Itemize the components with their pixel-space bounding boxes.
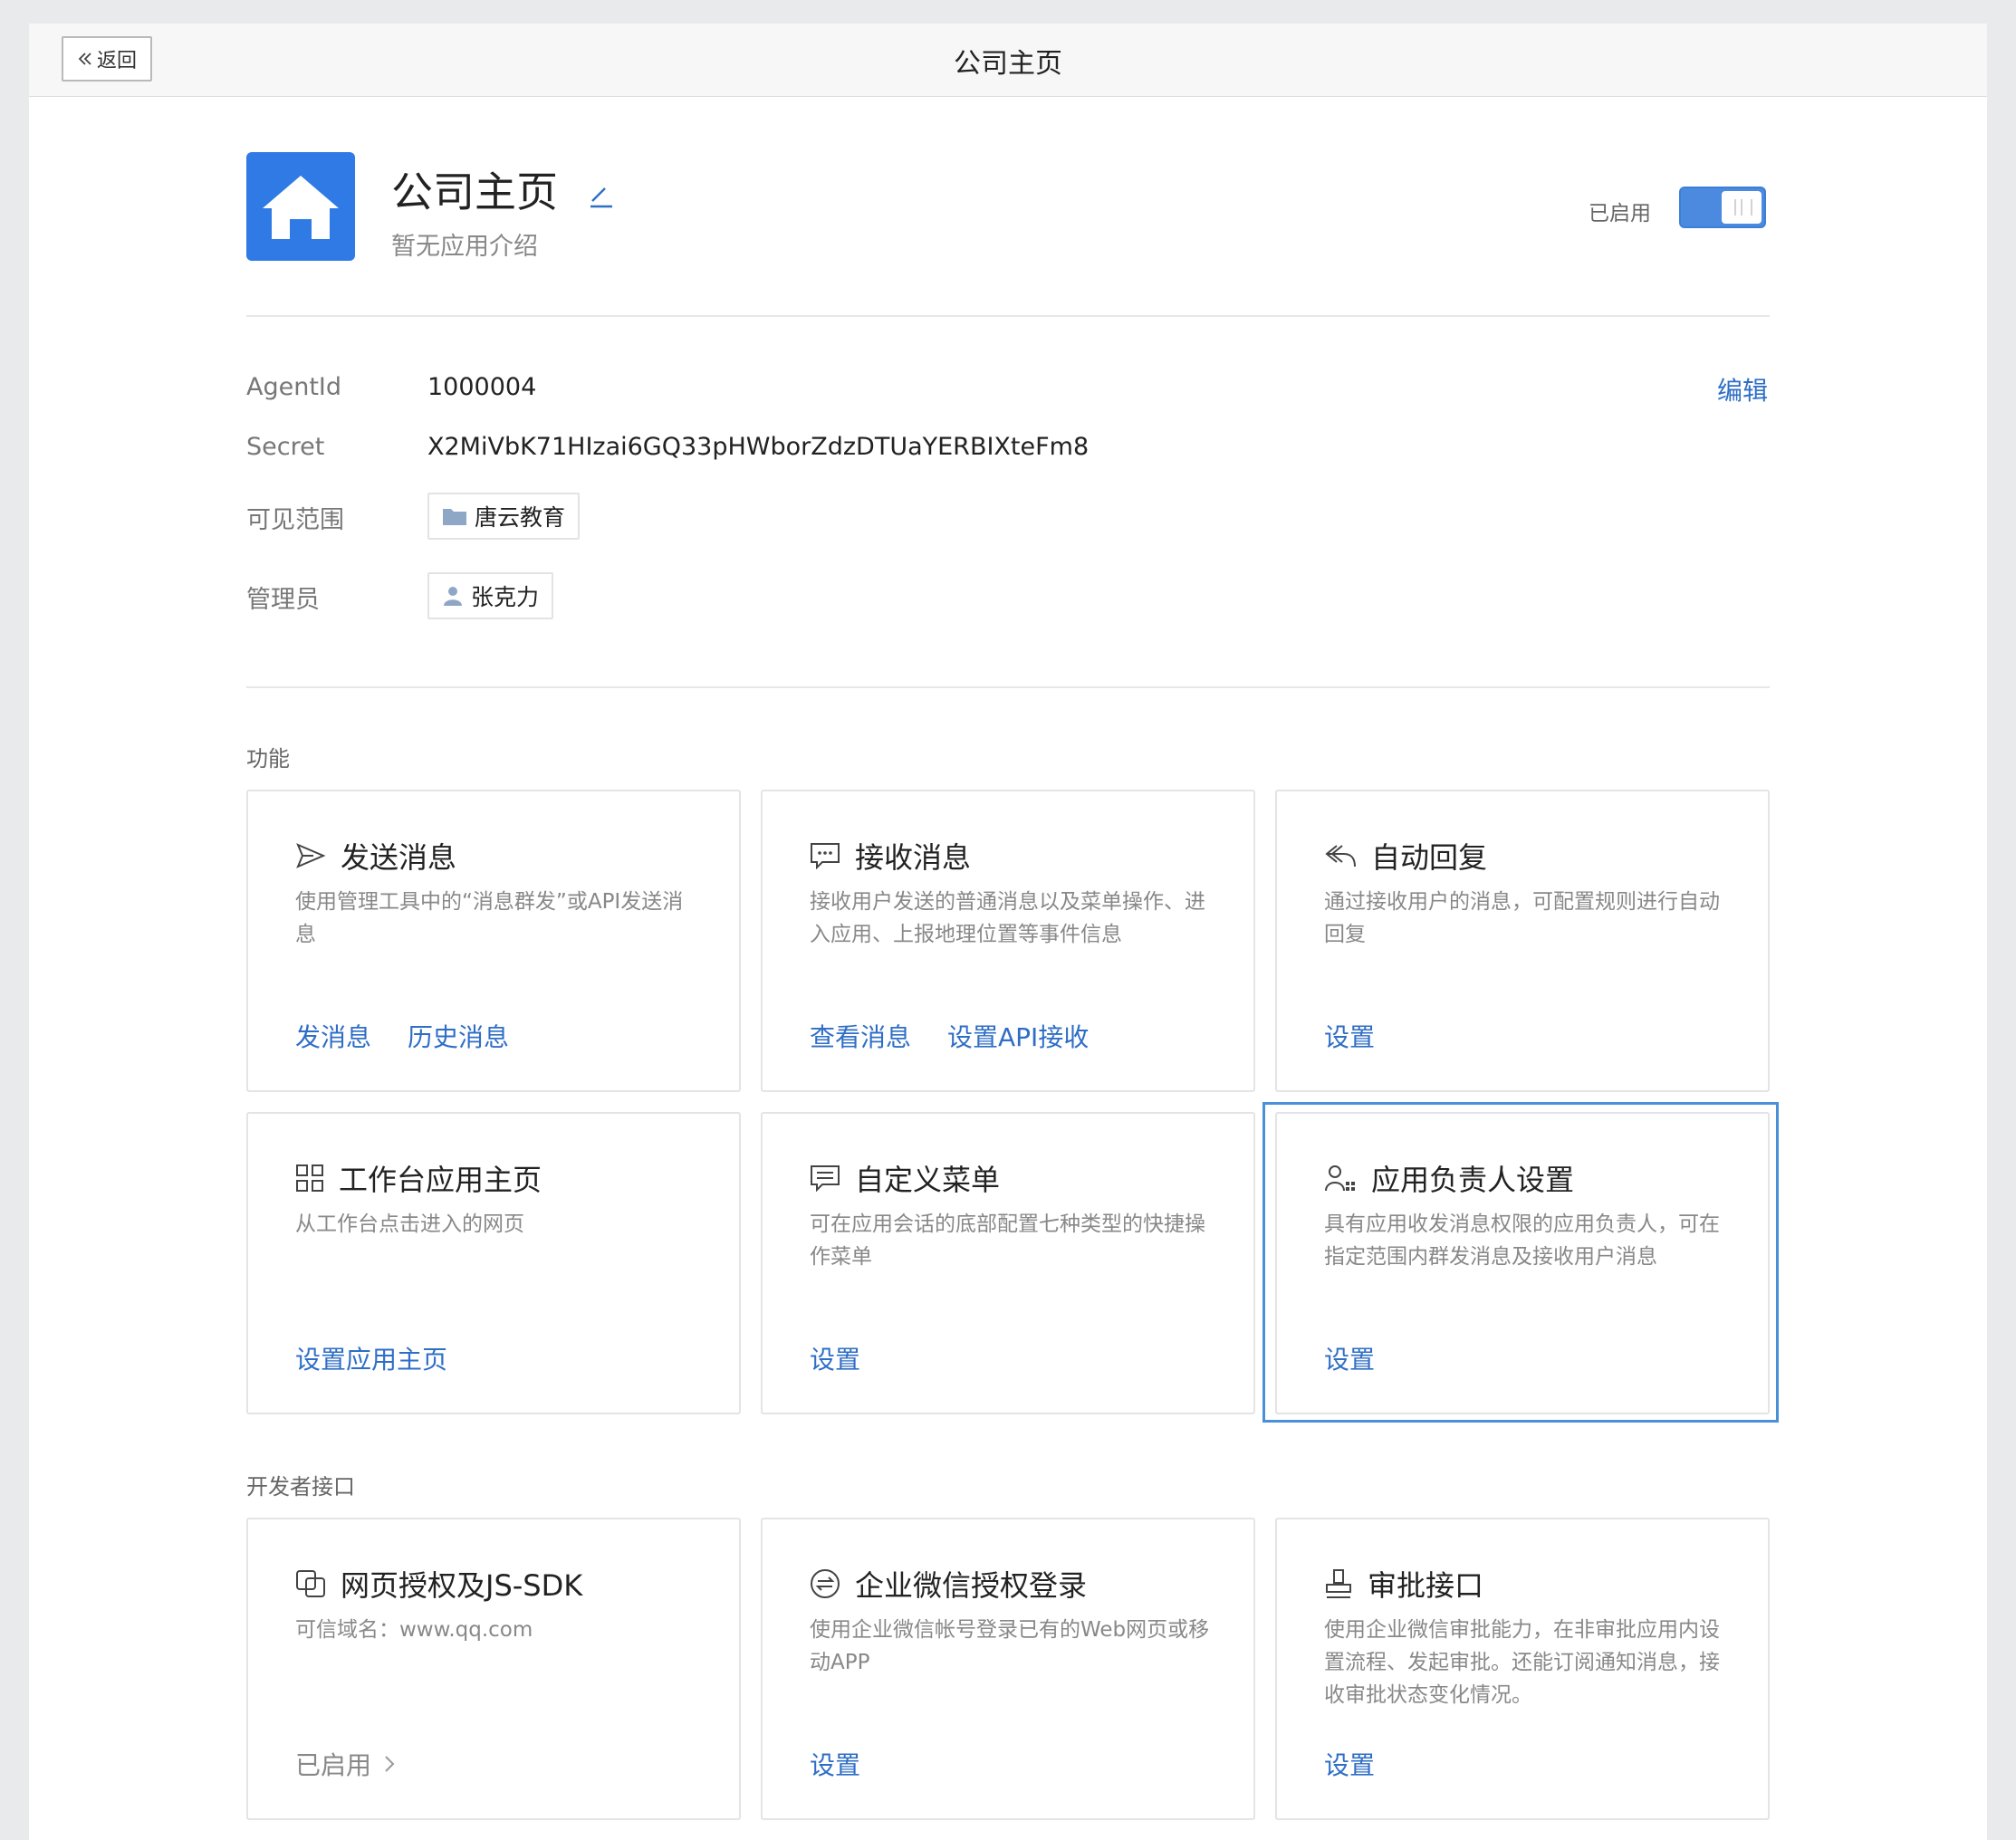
card-description: 使用管理工具中的“消息群发”或API发送消息 <box>295 890 684 946</box>
grid-icon <box>296 1164 323 1192</box>
enabled-label: 已启用 <box>1589 202 1651 225</box>
admin-label: 管理员 <box>246 586 320 614</box>
divider <box>246 315 1770 317</box>
card-receive-message: 接收消息 接收用户发送的普通消息以及菜单操作、进入应用、上报地理位置等事件信息 … <box>761 790 1255 1092</box>
folder-icon <box>443 509 466 525</box>
back-button[interactable]: 返回 <box>62 36 152 81</box>
scope-value: 唐云教育 <box>475 504 566 531</box>
history-message-link[interactable]: 历史消息 <box>408 1018 509 1054</box>
user-settings-icon <box>1325 1165 1355 1192</box>
toggle-knob <box>1722 191 1762 224</box>
jssdk-status-label: 已启用 <box>295 1750 372 1780</box>
card-title: 企业微信授权登录 <box>855 1568 1088 1603</box>
card-description: 从工作台点击进入的网页 <box>295 1212 524 1236</box>
agentid-value: 1000004 <box>427 373 537 401</box>
app-description: 暂无应用介绍 <box>391 233 538 261</box>
card-custom-menu: 自定义菜单 可在应用会话的底部配置七种类型的快捷操作菜单 设置 <box>761 1112 1255 1414</box>
set-homepage-link[interactable]: 设置应用主页 <box>295 1340 447 1376</box>
page-title: 公司主页 <box>954 47 1062 80</box>
send-message-link[interactable]: 发消息 <box>295 1018 371 1054</box>
card-title: 发送消息 <box>341 840 457 875</box>
divider <box>246 686 1770 688</box>
card-title: 网页授权及JS-SDK <box>341 1568 583 1603</box>
card-auto-reply: 自动回复 通过接收用户的消息，可配置规则进行自动回复 设置 <box>1275 790 1770 1092</box>
card-title: 工作台应用主页 <box>339 1163 542 1197</box>
enable-toggle[interactable] <box>1679 187 1766 228</box>
double-chevron-left-icon <box>78 53 91 65</box>
agentid-label: AgentId <box>246 373 342 401</box>
card-description: 可在应用会话的底部配置七种类型的快捷操作菜单 <box>810 1212 1205 1269</box>
secret-label: Secret <box>246 433 325 461</box>
card-send-message: 发送消息 使用管理工具中的“消息群发”或API发送消息 发消息 历史消息 <box>246 790 741 1092</box>
card-title: 自定义菜单 <box>855 1163 1001 1197</box>
card-wechat-auth-login: 企业微信授权登录 使用企业微信帐号登录已有的Web网页或移动APP 设置 <box>761 1518 1255 1820</box>
section-title-developer: 开发者接口 <box>246 1474 355 1500</box>
card-title: 应用负责人设置 <box>1371 1163 1575 1197</box>
house-icon <box>263 176 339 239</box>
card-web-auth-jssdk: 网页授权及JS-SDK 可信域名：www.qq.com 已启用 <box>246 1518 741 1820</box>
user-icon <box>444 587 462 606</box>
secret-value: X2MiVbK71HIzai6GQ33pHWborZdzDTUaYERBIXte… <box>427 433 1090 461</box>
wechat-login-icon <box>811 1569 840 1598</box>
card-workbench-homepage: 工作台应用主页 从工作台点击进入的网页 设置应用主页 <box>246 1112 741 1414</box>
top-bar: 公司主页 返回 <box>29 24 1987 97</box>
card-description: 可信域名：www.qq.com <box>295 1618 533 1642</box>
auto-reply-settings-link[interactable]: 设置 <box>1324 1018 1375 1054</box>
chevron-right-icon <box>385 1756 395 1772</box>
chat-bubble-icon <box>811 843 840 869</box>
card-title: 审批接口 <box>1368 1568 1484 1603</box>
custom-menu-settings-link[interactable]: 设置 <box>810 1340 860 1376</box>
back-label: 返回 <box>96 49 137 72</box>
reply-icon <box>1325 845 1356 867</box>
card-description: 接收用户发送的普通消息以及菜单操作、进入应用、上报地理位置等事件信息 <box>810 890 1205 946</box>
card-title: 自动回复 <box>1371 840 1488 875</box>
menu-icon <box>811 1165 840 1192</box>
jssdk-status[interactable]: 已启用 <box>295 1746 395 1782</box>
card-description: 具有应用收发消息权限的应用负责人，可在指定范围内群发消息及接收用户消息 <box>1324 1212 1720 1269</box>
copy-link-icon <box>296 1570 325 1597</box>
card-description: 通过接收用户的消息，可配置规则进行自动回复 <box>1324 890 1720 946</box>
card-title: 接收消息 <box>855 840 972 875</box>
owner-settings-link[interactable]: 设置 <box>1324 1340 1375 1376</box>
view-message-link[interactable]: 查看消息 <box>810 1018 911 1054</box>
app-detail-window: 公司主页 返回 公司主页 暂无应用介绍 已启用 AgentId 1000004 … <box>29 24 1987 1840</box>
card-description: 使用企业微信审批能力，在非审批应用内设置流程、发起审批。还能订阅通知消息，接收审… <box>1324 1618 1720 1707</box>
app-name: 公司主页 <box>391 168 558 216</box>
card-approval-api: 审批接口 使用企业微信审批能力，在非审批应用内设置流程、发起审批。还能订阅通知消… <box>1275 1518 1770 1820</box>
scope-tag[interactable]: 唐云教育 <box>427 493 581 540</box>
admin-value: 张克力 <box>471 584 540 610</box>
app-icon <box>246 152 355 261</box>
wechat-login-settings-link[interactable]: 设置 <box>810 1746 860 1782</box>
stamp-icon <box>1326 1569 1351 1598</box>
edit-link[interactable]: 编辑 <box>1717 371 1768 407</box>
admin-tag[interactable]: 张克力 <box>427 572 554 619</box>
card-app-owner-settings: 应用负责人设置 具有应用收发消息权限的应用负责人，可在指定范围内群发消息及接收用… <box>1275 1112 1770 1414</box>
send-icon <box>296 843 326 868</box>
card-description: 使用企业微信帐号登录已有的Web网页或移动APP <box>810 1618 1210 1674</box>
scope-label: 可见范围 <box>246 506 344 534</box>
set-api-receive-link[interactable]: 设置API接收 <box>947 1018 1089 1054</box>
edit-pencil-icon[interactable] <box>589 183 614 208</box>
approval-settings-link[interactable]: 设置 <box>1324 1746 1375 1782</box>
section-title-functions: 功能 <box>246 746 290 771</box>
